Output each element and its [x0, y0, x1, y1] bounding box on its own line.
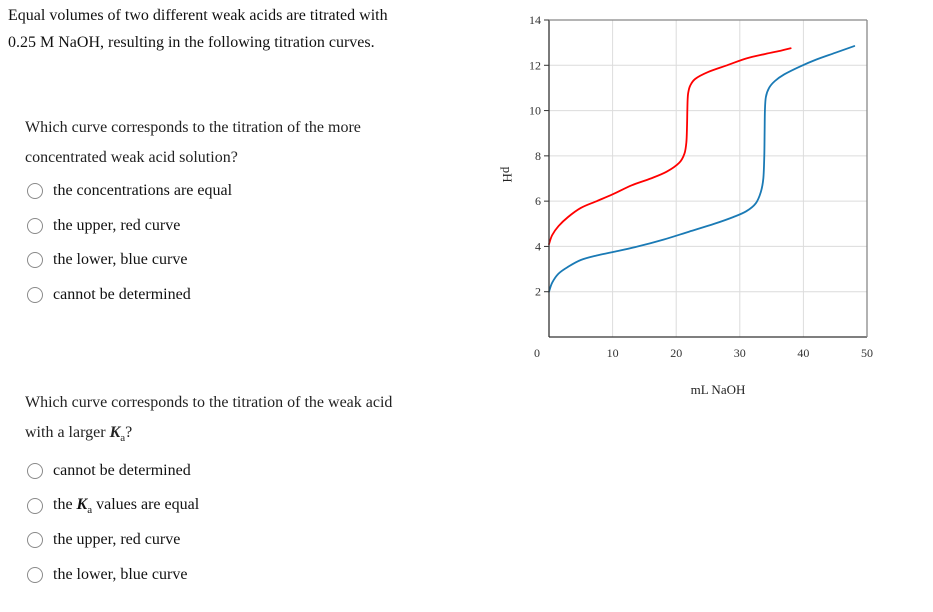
- axes: [548, 19, 868, 338]
- y-tick-label: 10: [529, 104, 541, 118]
- option-lower-blue-curve[interactable]: the lower, blue curve: [27, 243, 465, 278]
- question-text: Which curve corresponds to the titration…: [25, 113, 465, 173]
- option-concentrations-equal[interactable]: the concentrations are equal: [27, 174, 465, 209]
- question-more-concentrated: Which curve corresponds to the titration…: [25, 113, 465, 312]
- option-lower-blue-curve[interactable]: the lower, blue curve: [27, 558, 465, 593]
- problem-statement-line-2: 0.25 M NaOH, resulting in the following …: [8, 34, 375, 51]
- problem-statement-line-1: Equal volumes of two different weak acid…: [8, 7, 388, 24]
- text-suffix: ?: [125, 424, 133, 441]
- y-tick-label: 2: [535, 285, 541, 299]
- blue-titration-curve: [548, 45, 856, 293]
- text-prefix: the: [53, 495, 77, 513]
- radio-button[interactable]: [27, 497, 43, 514]
- y-axis-label: pH: [500, 167, 515, 183]
- radio-button[interactable]: [27, 183, 43, 200]
- radio-button[interactable]: [27, 566, 43, 583]
- y-axis-ticks: 2 4 6 8 10 12 14: [529, 13, 549, 299]
- answer-options: the concentrations are equal the upper, …: [25, 174, 465, 312]
- option-label: the Ka values are equal: [53, 496, 199, 516]
- x-axis-ticks: 0 10 20 30 40 50: [534, 346, 873, 360]
- option-label: the lower, blue curve: [53, 565, 188, 583]
- radio-button[interactable]: [27, 532, 43, 549]
- radio-button[interactable]: [27, 286, 43, 303]
- option-label: cannot be determined: [53, 462, 191, 480]
- radio-button[interactable]: [27, 252, 43, 269]
- x-tick-label: 50: [861, 346, 873, 360]
- option-upper-red-curve[interactable]: the upper, red curve: [27, 523, 465, 558]
- option-cannot-be-determined[interactable]: cannot be determined: [27, 278, 465, 313]
- y-tick-label: 12: [529, 58, 541, 72]
- ka-symbol: K: [109, 424, 121, 441]
- y-tick-label: 4: [535, 239, 541, 253]
- ka-symbol: K: [76, 495, 88, 513]
- option-label: the lower, blue curve: [53, 251, 188, 269]
- x-axis-label: mL NaOH: [691, 382, 746, 397]
- y-tick-label: 8: [535, 149, 541, 163]
- x-tick-label: 20: [670, 346, 682, 360]
- radio-button[interactable]: [27, 463, 43, 480]
- grid-lines: [549, 19, 868, 337]
- red-titration-curve: [548, 47, 792, 246]
- problem-statement: Equal volumes of two different weak acid…: [8, 2, 478, 56]
- question-larger-ka: Which curve corresponds to the titration…: [25, 388, 465, 592]
- radio-button[interactable]: [27, 217, 43, 234]
- x-tick-label: 0: [534, 346, 540, 360]
- titration-chart: 2 4 6 8 10 12 14 0 10 20 30 40 50 pH mL NaOH: [500, 13, 873, 397]
- text-prefix: with a larger: [25, 424, 110, 441]
- question-text-line-1: Which curve corresponds to the titration…: [25, 119, 361, 136]
- x-tick-label: 10: [607, 346, 619, 360]
- y-tick-label: 6: [535, 194, 541, 208]
- x-tick-label: 40: [797, 346, 809, 360]
- question-text-line-2: with a larger Ka?: [25, 418, 465, 453]
- option-label: the concentrations are equal: [53, 182, 233, 200]
- answer-options: cannot be determined the Ka values are e…: [25, 454, 465, 592]
- option-upper-red-curve[interactable]: the upper, red curve: [27, 209, 465, 244]
- x-tick-label: 30: [734, 346, 746, 360]
- y-tick-label: 14: [529, 13, 541, 27]
- series-lines: [548, 45, 856, 293]
- question-text: Which curve corresponds to the titration…: [25, 388, 465, 453]
- option-cannot-be-determined[interactable]: cannot be determined: [27, 454, 465, 489]
- question-text-line-2: concentrated weak acid solution?: [25, 149, 238, 166]
- question-text-line-1: Which curve corresponds to the titration…: [25, 394, 393, 411]
- option-label: the upper, red curve: [53, 216, 181, 234]
- option-label: cannot be determined: [53, 285, 191, 303]
- option-label: the upper, red curve: [53, 531, 181, 549]
- option-ka-values-equal[interactable]: the Ka values are equal: [27, 489, 465, 524]
- text-suffix: values are equal: [92, 495, 200, 513]
